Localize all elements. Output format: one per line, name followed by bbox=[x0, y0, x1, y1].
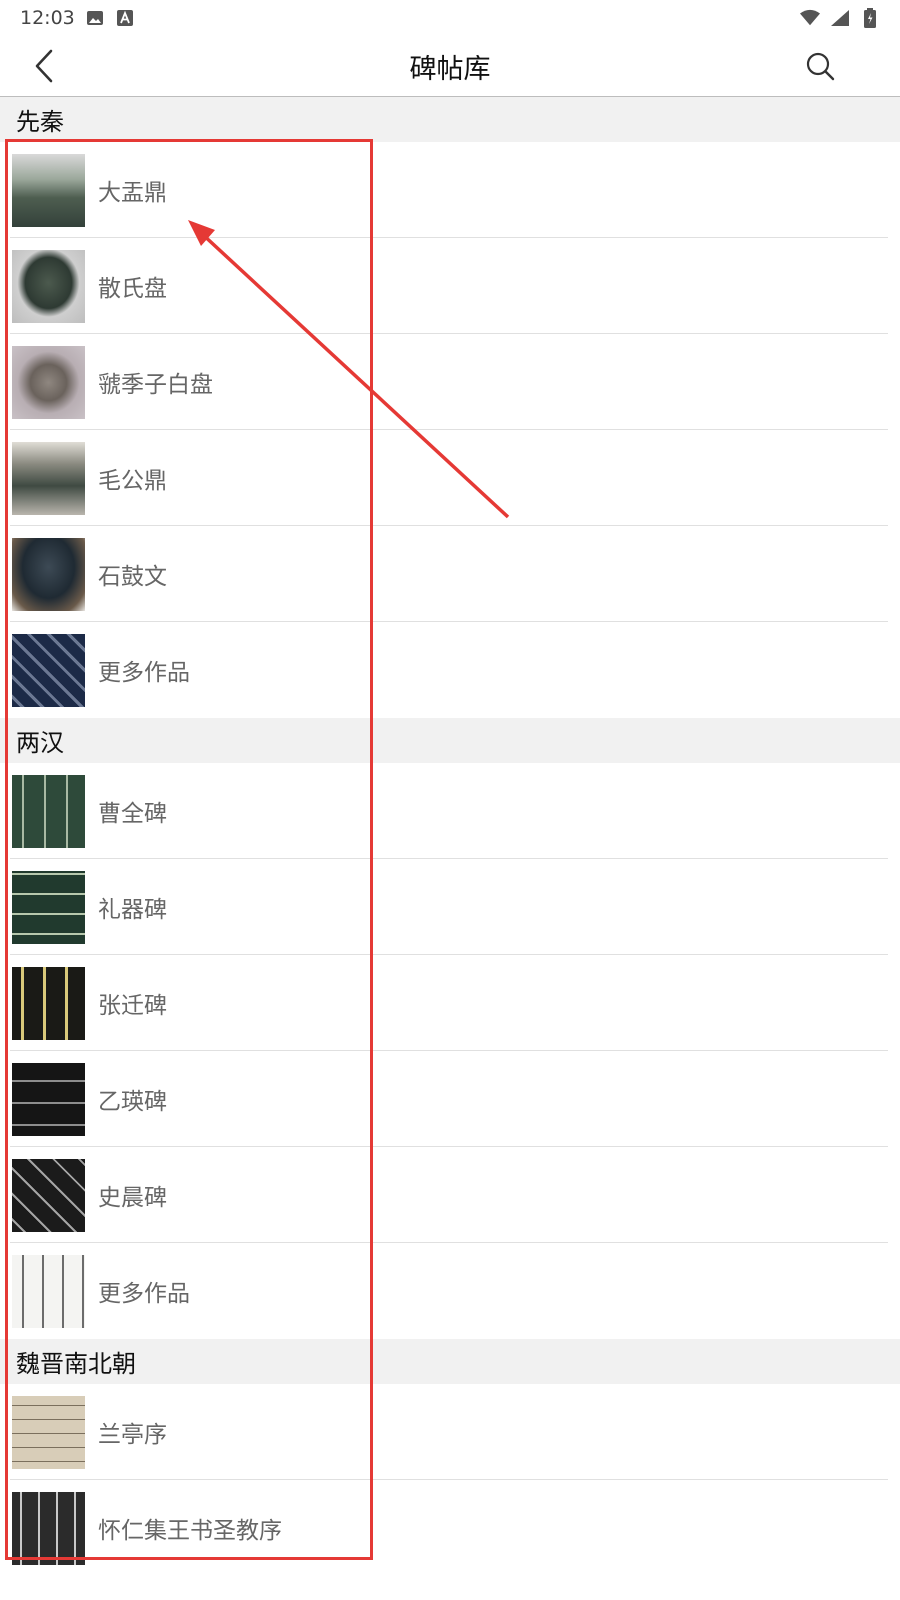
list-item[interactable]: 礼器碑 bbox=[0, 859, 900, 955]
search-icon bbox=[806, 52, 835, 81]
item-label: 大盂鼎 bbox=[98, 180, 167, 206]
item-thumbnail bbox=[12, 153, 85, 227]
list-item[interactable]: 怀仁集王书圣教序 bbox=[0, 1480, 900, 1576]
status-bar: 12:03 bbox=[0, 0, 900, 36]
page-title: 碑帖库 bbox=[409, 53, 491, 85]
item-label: 石鼓文 bbox=[98, 564, 167, 590]
item-thumbnail bbox=[12, 1395, 85, 1469]
app-bar: 碑帖库 bbox=[0, 36, 900, 97]
item-thumbnail bbox=[12, 1491, 85, 1565]
item-thumbnail bbox=[12, 774, 85, 848]
item-label: 更多作品 bbox=[98, 1281, 190, 1307]
a-icon bbox=[115, 9, 135, 27]
list-item[interactable]: 石鼓文 bbox=[0, 526, 900, 622]
item-label: 张迁碑 bbox=[98, 993, 167, 1019]
list-item[interactable]: 虢季子白盘 bbox=[0, 334, 900, 430]
item-thumbnail bbox=[12, 1158, 85, 1232]
list-item[interactable]: 张迁碑 bbox=[0, 955, 900, 1051]
list-item[interactable]: 乙瑛碑 bbox=[0, 1051, 900, 1147]
wifi-icon bbox=[800, 9, 820, 27]
item-label: 乙瑛碑 bbox=[98, 1089, 167, 1115]
list-item[interactable]: 兰亭序 bbox=[0, 1384, 900, 1480]
item-label: 兰亭序 bbox=[98, 1422, 167, 1448]
back-arrow-icon bbox=[35, 49, 53, 83]
item-label: 毛公鼎 bbox=[98, 468, 167, 494]
item-label: 怀仁集王书圣教序 bbox=[98, 1518, 282, 1544]
list-item[interactable]: 毛公鼎 bbox=[0, 430, 900, 526]
list-item[interactable]: 史晨碑 bbox=[0, 1147, 900, 1243]
section-header-xianqin: 先秦 bbox=[0, 97, 900, 142]
item-thumbnail bbox=[12, 1254, 85, 1328]
list-item[interactable]: 散氏盘 bbox=[0, 238, 900, 334]
item-label: 虢季子白盘 bbox=[98, 372, 213, 398]
more-works-item[interactable]: 更多作品 bbox=[0, 1243, 900, 1339]
list-item[interactable]: 曹全碑 bbox=[0, 763, 900, 859]
more-works-item[interactable]: 更多作品 bbox=[0, 622, 900, 718]
search-button[interactable] bbox=[800, 46, 840, 86]
section-header-weijin: 魏晋南北朝 bbox=[0, 1339, 900, 1384]
battery-icon bbox=[860, 8, 880, 28]
item-label: 史晨碑 bbox=[98, 1185, 167, 1211]
item-thumbnail bbox=[12, 966, 85, 1040]
item-label: 更多作品 bbox=[98, 660, 190, 686]
list-item[interactable]: 大盂鼎 bbox=[0, 142, 900, 238]
item-thumbnail bbox=[12, 633, 85, 707]
item-thumbnail bbox=[12, 537, 85, 611]
item-thumbnail bbox=[12, 441, 85, 515]
back-button[interactable] bbox=[26, 46, 62, 86]
status-time: 12:03 bbox=[20, 7, 75, 29]
item-thumbnail bbox=[12, 249, 85, 323]
item-label: 礼器碑 bbox=[98, 897, 167, 923]
stele-list: 先秦 大盂鼎 散氏盘 虢季子白盘 毛公鼎 石鼓文 更多作品 两汉 曹全碑 礼器碑… bbox=[0, 97, 900, 1576]
signal-icon bbox=[830, 9, 850, 27]
item-thumbnail bbox=[12, 345, 85, 419]
item-label: 曹全碑 bbox=[98, 801, 167, 827]
section-header-lianghan: 两汉 bbox=[0, 718, 900, 763]
item-label: 散氏盘 bbox=[98, 276, 167, 302]
item-thumbnail bbox=[12, 1062, 85, 1136]
image-icon bbox=[85, 9, 105, 27]
item-thumbnail bbox=[12, 870, 85, 944]
